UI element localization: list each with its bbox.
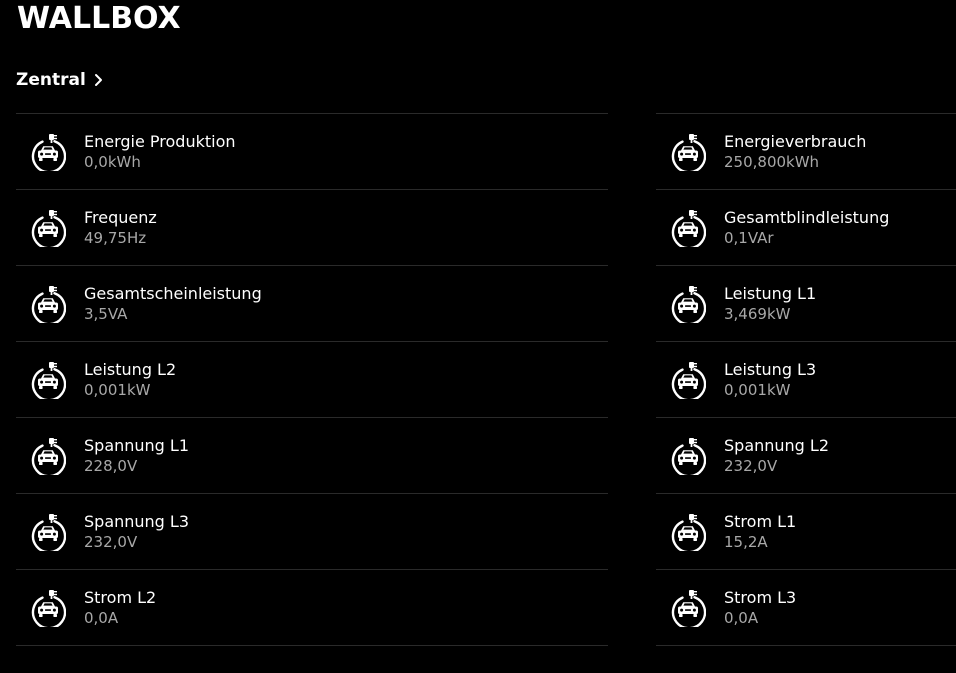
breadcrumb-zentral[interactable]: Zentral bbox=[16, 68, 103, 92]
item-label: Strom L2 bbox=[84, 588, 157, 607]
list-item[interactable]: Spannung L3 232,0V bbox=[16, 494, 608, 570]
item-label: Spannung L2 bbox=[724, 436, 830, 455]
ev-charger-car-icon bbox=[670, 133, 707, 174]
ev-charger-car-icon bbox=[670, 209, 707, 250]
list-item[interactable]: Spannung L1 228,0V bbox=[16, 418, 608, 494]
item-value: 3,469kW bbox=[724, 305, 791, 323]
item-value: 228,0V bbox=[84, 457, 138, 475]
ev-charger-car-icon bbox=[30, 437, 67, 478]
item-value: 0,1VAr bbox=[724, 229, 774, 247]
ev-charger-car-icon bbox=[670, 437, 707, 478]
list-item[interactable]: Leistung L2 0,001kW bbox=[16, 342, 608, 418]
breadcrumb-label: Zentral bbox=[16, 70, 86, 90]
ev-charger-car-icon bbox=[30, 133, 67, 174]
item-value: 0,001kW bbox=[724, 381, 791, 399]
item-value: 0,0A bbox=[84, 609, 119, 627]
ev-charger-car-icon bbox=[30, 209, 67, 250]
chevron-right-icon bbox=[94, 73, 103, 87]
item-value: 0,001kW bbox=[84, 381, 151, 399]
item-value: 15,2A bbox=[724, 533, 768, 551]
list-item[interactable]: Strom L2 0,0A bbox=[16, 570, 608, 646]
ev-charger-car-icon bbox=[670, 361, 707, 402]
device-list-left: Energie Produktion 0,0kWh Frequenz 49,75Hz… bbox=[16, 113, 608, 646]
item-label: Energie Produktion bbox=[84, 132, 236, 151]
ev-charger-car-icon bbox=[30, 361, 67, 402]
ev-charger-car-icon bbox=[30, 513, 67, 554]
item-value: 0,0A bbox=[724, 609, 759, 627]
ev-charger-car-icon bbox=[30, 285, 67, 326]
list-item[interactable]: Spannung L2 232,0V bbox=[656, 418, 956, 494]
item-value: 232,0V bbox=[724, 457, 778, 475]
list-item[interactable]: Strom L1 15,2A bbox=[656, 494, 956, 570]
list-item[interactable]: Leistung L1 3,469kW bbox=[656, 266, 956, 342]
ev-charger-car-icon bbox=[670, 513, 707, 554]
list-item[interactable]: Gesamtblindleistung 0,1VAr bbox=[656, 190, 956, 266]
list-item[interactable]: Energie Produktion 0,0kWh bbox=[16, 114, 608, 190]
item-label: Energieverbrauch bbox=[724, 132, 867, 151]
list-item[interactable]: Strom L3 0,0A bbox=[656, 570, 956, 646]
ev-charger-car-icon bbox=[670, 589, 707, 630]
item-label: Leistung L1 bbox=[724, 284, 817, 303]
item-label: Gesamtscheinleistung bbox=[84, 284, 262, 303]
list-item[interactable]: Energieverbrauch 250,800kWh bbox=[656, 114, 956, 190]
item-value: 0,0kWh bbox=[84, 153, 141, 171]
page-title: WALLBOX bbox=[17, 1, 181, 36]
ev-charger-car-icon bbox=[30, 589, 67, 630]
item-label: Leistung L3 bbox=[724, 360, 817, 379]
ev-charger-car-icon bbox=[670, 285, 707, 326]
list-item[interactable]: Leistung L3 0,001kW bbox=[656, 342, 956, 418]
item-label: Spannung L1 bbox=[84, 436, 190, 455]
item-value: 250,800kWh bbox=[724, 153, 820, 171]
item-label: Frequenz bbox=[84, 208, 157, 227]
item-value: 49,75Hz bbox=[84, 229, 147, 247]
wallbox-page: WALLBOX Zentral Energie Produktion 0,0kWh… bbox=[0, 0, 956, 673]
item-label: Strom L3 bbox=[724, 588, 797, 607]
item-label: Spannung L3 bbox=[84, 512, 190, 531]
item-value: 3,5VA bbox=[84, 305, 128, 323]
list-item[interactable]: Gesamtscheinleistung 3,5VA bbox=[16, 266, 608, 342]
item-label: Leistung L2 bbox=[84, 360, 177, 379]
list-item[interactable]: Frequenz 49,75Hz bbox=[16, 190, 608, 266]
item-value: 232,0V bbox=[84, 533, 138, 551]
item-label: Strom L1 bbox=[724, 512, 797, 531]
device-list-right: Energieverbrauch 250,800kWh Gesamtblindle… bbox=[656, 113, 956, 646]
item-label: Gesamtblindleistung bbox=[724, 208, 890, 227]
